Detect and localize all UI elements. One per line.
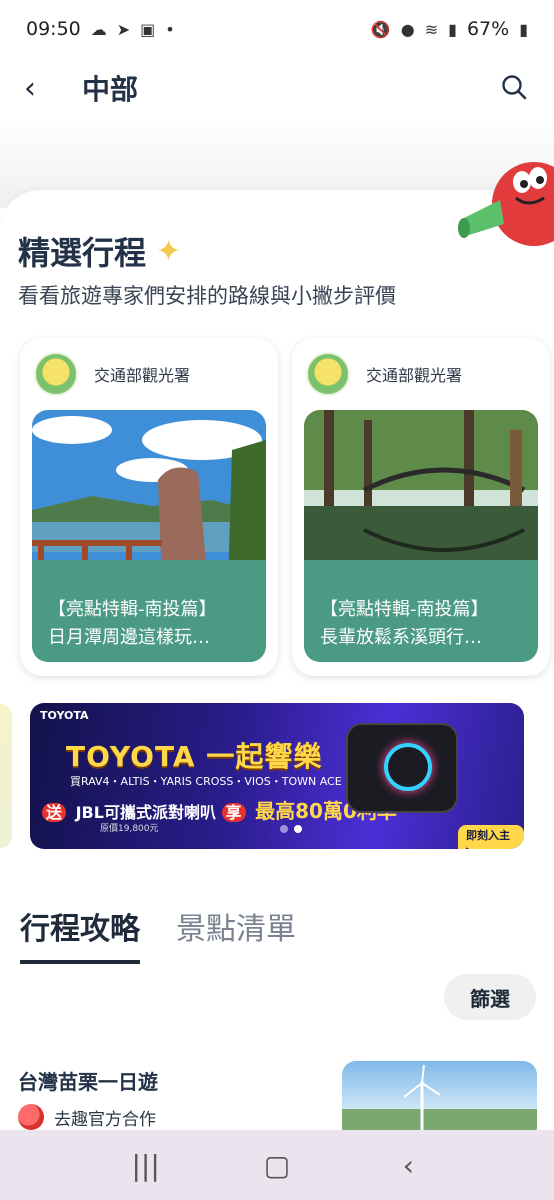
card-category: 【亮點特輯-南投篇】 (320, 599, 489, 620)
ad-price: 原價19,800元 (100, 824, 159, 834)
dot-icon: • (165, 19, 175, 39)
card-category: 【亮點特輯-南投篇】 (48, 599, 217, 620)
system-navigation-bar: ||| ▢ ‹ (0, 1130, 554, 1200)
home-button[interactable]: ▢ (247, 1149, 307, 1182)
featured-trip-card[interactable]: 交通部觀光署 【亮點特輯-南投篇】 日月潭周邊這樣玩… (20, 338, 278, 676)
navigation-icon: ➤ (116, 19, 131, 39)
speaker-image (346, 723, 458, 813)
top-app-bar: ‹ 中部 (0, 58, 554, 118)
card-title: 長輩放鬆系溪頭行… (320, 627, 482, 648)
ad-brand: TOYOTA (40, 709, 89, 722)
battery-level: 67% (466, 18, 510, 40)
ad-offer-text: JBL可攜式派對喇叭 (75, 803, 216, 822)
status-bar: 09:50 ☁ ➤ ▣ • 🔇 ● ≋ ▮ 67% ▮ (0, 0, 554, 58)
org-logo (34, 352, 78, 396)
page-title: 中部 (82, 73, 139, 106)
ad-models: 買RAV4・ALTIS・YARIS CROSS・VIOS・TOWN ACE (70, 775, 342, 788)
carousel-dot-active (294, 825, 302, 833)
search-icon (502, 75, 527, 100)
card-header: 交通部觀光署 (20, 338, 278, 410)
tab-itinerary-guide[interactable]: 行程攻略 (20, 904, 140, 964)
card-title: 日月潭周邊這樣玩… (48, 627, 210, 648)
trip-image (304, 410, 538, 586)
card-caption: 【亮點特輯-南投篇】 長輩放鬆系溪頭行… (304, 586, 538, 662)
ad-enjoy-badge: 享 (221, 803, 246, 822)
cloud-icon: ☁ (90, 19, 107, 39)
ad-banner[interactable]: TOYOTA TOYOTA 一起響樂 買RAV4・ALTIS・YARIS CRO… (30, 703, 524, 849)
signal-icon: ▮ (448, 19, 457, 39)
mascot-illustration (458, 162, 554, 246)
status-time: 09:50 (26, 18, 81, 40)
sparkle-icon: ✦ (156, 233, 182, 269)
carousel-dot (280, 825, 288, 833)
card-caption: 【亮點特輯-南投篇】 日月潭周邊這樣玩… (32, 586, 266, 662)
system-back-button[interactable]: ‹ (378, 1149, 438, 1182)
location-icon: ● (400, 19, 415, 39)
mute-icon: 🔇 (370, 19, 391, 39)
featured-trip-card[interactable]: 交通部觀光署 【亮點特輯-南投篇】 長輩放鬆系溪頭行… (292, 338, 550, 676)
list-item-author: 去趣官方合作 (18, 1104, 156, 1130)
featured-section-title: 精選行程 ✦ (18, 228, 181, 274)
org-name: 交通部觀光署 (94, 366, 191, 385)
ad-cta-button[interactable]: 即刻入主 ▸ (458, 825, 524, 849)
back-button[interactable]: ‹ (24, 71, 60, 106)
author-name: 去趣官方合作 (54, 1109, 156, 1130)
previous-banner-peek[interactable] (0, 704, 12, 848)
battery-icon: ▮ (519, 19, 528, 39)
tab-attraction-list[interactable]: 景點清單 (176, 904, 296, 964)
card-header: 交通部觀光署 (292, 338, 550, 410)
ad-offer: 送 JBL可攜式派對喇叭 享 最高80萬0利率 (42, 795, 397, 824)
ad-headline: TOYOTA 一起響樂 (66, 740, 323, 773)
image-icon: ▣ (140, 19, 156, 39)
trip-image (32, 410, 266, 586)
org-name: 交通部觀光署 (366, 366, 463, 385)
org-logo (306, 352, 350, 396)
recent-apps-button[interactable]: ||| (116, 1149, 176, 1182)
carousel-indicator (280, 825, 302, 833)
ad-send-badge: 送 (42, 803, 67, 822)
search-button[interactable] (500, 73, 530, 103)
list-item-title[interactable]: 台灣苗栗一日遊 (18, 1066, 158, 1095)
filter-button[interactable]: 篩選 (444, 974, 536, 1020)
wifi-icon: ≋ (424, 19, 439, 39)
featured-title-text: 精選行程 (18, 234, 147, 272)
content-tabs: 行程攻略 景點清單 (20, 904, 296, 964)
author-avatar-icon (18, 1104, 44, 1130)
list-item-thumbnail[interactable] (342, 1061, 537, 1141)
speaker-ring (384, 743, 432, 791)
featured-subtitle: 看看旅遊專家們安排的路線與小撇步評價 (18, 284, 396, 308)
